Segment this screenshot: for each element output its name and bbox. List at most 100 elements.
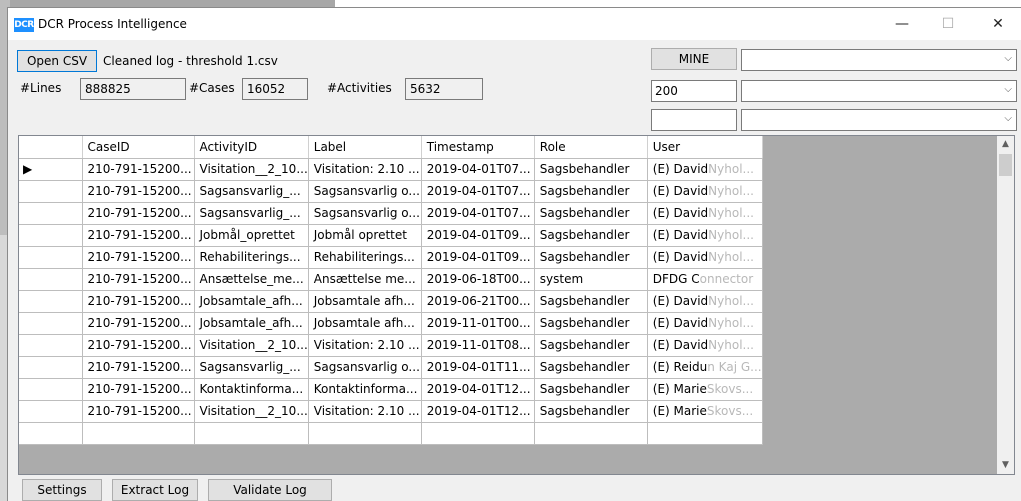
cell-caseid[interactable]: 210-791-15200...	[82, 290, 195, 313]
cell-role[interactable]: Sagsbehandler	[534, 334, 648, 357]
filter-dropdown-1[interactable]: ⌵	[741, 80, 1017, 102]
cell-timestamp[interactable]: 2019-04-01T07...	[421, 158, 535, 181]
open-csv-button[interactable]: Open CSV	[17, 50, 97, 72]
cell-label[interactable]: Jobsamtale afh...	[308, 312, 422, 335]
cell-activityid[interactable]: Jobsamtale_afh...	[194, 312, 309, 335]
row-selector-icon[interactable]: ▶	[19, 158, 83, 181]
cell-timestamp[interactable]: 2019-04-01T07...	[421, 180, 535, 203]
cell-activityid[interactable]: Visitation__2_10...	[194, 334, 309, 357]
cell-role[interactable]: Sagsbehandler	[534, 246, 648, 269]
column-header-user[interactable]: User	[647, 136, 763, 159]
cell-timestamp[interactable]: 2019-04-01T07...	[421, 202, 535, 225]
cell-label[interactable]: Visitation: 2.10 ...	[308, 158, 422, 181]
cell-user[interactable]: (E) DavidNyhol...	[647, 312, 763, 335]
cell-role[interactable]: Sagsbehandler	[534, 378, 648, 401]
cell-label[interactable]: Ansættelse me...	[308, 268, 422, 291]
cell-activityid[interactable]: Kontaktinforma...	[194, 378, 309, 401]
table-row[interactable]: 210-791-15200... Ansættelse_me... Ansættel…	[19, 268, 763, 291]
cell-role[interactable]: Sagsbehandler	[534, 312, 648, 335]
cell-role[interactable]: Sagsbehandler	[534, 180, 648, 203]
column-header-role[interactable]: Role	[534, 136, 648, 159]
cell-user[interactable]: (E) DavidNyhol...	[647, 224, 763, 247]
row-header[interactable]	[19, 290, 83, 313]
cell-user[interactable]: (E) DavidNyhol...	[647, 246, 763, 269]
cell-timestamp[interactable]: 2019-04-01T09...	[421, 246, 535, 269]
row-header[interactable]	[19, 268, 83, 291]
cell-role[interactable]: Sagsbehandler	[534, 400, 648, 423]
row-header[interactable]	[19, 334, 83, 357]
cell-timestamp[interactable]: 2019-04-01T11...	[421, 356, 535, 379]
cell-label[interactable]: Kontaktinforma...	[308, 378, 422, 401]
table-row[interactable]: 210-791-15200... Rehabiliterings... Rehabi…	[19, 246, 763, 269]
row-header[interactable]	[19, 356, 83, 379]
table-row[interactable]: 210-791-15200... Jobsamtale_afh... Jobsamt…	[19, 290, 763, 313]
cell-label[interactable]: Jobsamtale afh...	[308, 290, 422, 313]
table-row[interactable]: 210-791-15200... Kontaktinforma... Kontakt…	[19, 378, 763, 401]
cell-timestamp[interactable]: 2019-06-18T00...	[421, 268, 535, 291]
maximize-button[interactable]: ☐	[925, 8, 971, 40]
cell-timestamp[interactable]: 2019-04-01T09...	[421, 224, 535, 247]
cell-caseid[interactable]: 210-791-15200...	[82, 268, 195, 291]
close-button[interactable]: ✕	[975, 8, 1021, 40]
secondary-input[interactable]	[651, 109, 737, 131]
cell-timestamp[interactable]: 2019-04-01T12...	[421, 378, 535, 401]
cell-label[interactable]: Visitation: 2.10 ...	[308, 400, 422, 423]
cell-activityid[interactable]: Sagsansvarlig_...	[194, 180, 309, 203]
row-header[interactable]	[19, 378, 83, 401]
vertical-scrollbar[interactable]: ▲ ▼	[997, 136, 1014, 474]
row-header[interactable]	[19, 180, 83, 203]
cell-caseid[interactable]: 210-791-15200...	[82, 356, 195, 379]
cell-timestamp[interactable]: 2019-06-21T00...	[421, 290, 535, 313]
row-header[interactable]	[19, 202, 83, 225]
scroll-thumb[interactable]	[999, 154, 1012, 176]
cell-caseid[interactable]: 210-791-15200...	[82, 400, 195, 423]
cell-label[interactable]: Sagsansvarlig o...	[308, 202, 422, 225]
cell-activityid[interactable]: Visitation__2_10...	[194, 400, 309, 423]
table-row[interactable]: 210-791-15200... Visitation__2_10... Visit…	[19, 400, 763, 423]
threshold-input[interactable]: 200	[651, 80, 737, 102]
cell-caseid[interactable]: 210-791-15200...	[82, 224, 195, 247]
row-header[interactable]	[19, 246, 83, 269]
cell-caseid[interactable]: 210-791-15200...	[82, 158, 195, 181]
cell-user[interactable]: (E) Reidun Kaj G...	[647, 356, 763, 379]
cell-caseid[interactable]: 210-791-15200...	[82, 378, 195, 401]
row-header[interactable]	[19, 224, 83, 247]
cell-user[interactable]: (E) DavidNyhol...	[647, 180, 763, 203]
cell-user[interactable]: (E) MarieSkovs...	[647, 400, 763, 423]
cell-label[interactable]: Rehabiliterings...	[308, 246, 422, 269]
column-header-activityid[interactable]: ActivityID	[194, 136, 309, 159]
mine-button[interactable]: MINE	[651, 48, 737, 70]
cell-user[interactable]: (E) DavidNyhol...	[647, 202, 763, 225]
scroll-down-icon[interactable]: ▼	[997, 457, 1014, 474]
mine-options-dropdown[interactable]: ⌵	[741, 49, 1017, 71]
cell-caseid[interactable]: 210-791-15200...	[82, 180, 195, 203]
event-log-grid[interactable]: CaseID ActivityID Label Timestamp Role U…	[18, 135, 1015, 475]
column-header-label[interactable]: Label	[308, 136, 422, 159]
table-row[interactable]: ▶ 210-791-15200... Visitation__2_10... Visi…	[19, 158, 763, 181]
table-row[interactable]: 210-791-15200... Sagsansvarlig_... Sagsans…	[19, 356, 763, 379]
cell-activityid[interactable]: Ansættelse_me...	[194, 268, 309, 291]
cell-role[interactable]: Sagsbehandler	[534, 202, 648, 225]
cell-activityid[interactable]: Jobmål_oprettet	[194, 224, 309, 247]
cell-caseid[interactable]: 210-791-15200...	[82, 246, 195, 269]
cell-user[interactable]: (E) DavidNyhol...	[647, 290, 763, 313]
cell-user[interactable]: (E) MarieSkovs...	[647, 378, 763, 401]
cell-activityid[interactable]: Sagsansvarlig_...	[194, 202, 309, 225]
cell-timestamp[interactable]: 2019-04-01T12...	[421, 400, 535, 423]
cell-label[interactable]: Sagsansvarlig o...	[308, 180, 422, 203]
scroll-up-icon[interactable]: ▲	[997, 136, 1014, 153]
cell-activityid[interactable]: Rehabiliterings...	[194, 246, 309, 269]
minimize-button[interactable]: —	[879, 8, 925, 40]
cell-user[interactable]: (E) DavidNyhol...	[647, 334, 763, 357]
cell-user[interactable]: DFDG Connector	[647, 268, 763, 291]
settings-button[interactable]: Settings	[22, 479, 102, 501]
table-row[interactable]: 210-791-15200... Visitation__2_10... Visit…	[19, 334, 763, 357]
cell-role[interactable]: Sagsbehandler	[534, 224, 648, 247]
extract-log-button[interactable]: Extract Log	[112, 479, 198, 501]
table-row[interactable]: 210-791-15200... Sagsansvarlig_... Sagsans…	[19, 202, 763, 225]
cell-activityid[interactable]: Sagsansvarlig_...	[194, 356, 309, 379]
cell-activityid[interactable]: Jobsamtale_afh...	[194, 290, 309, 313]
cell-label[interactable]: Sagsansvarlig o...	[308, 356, 422, 379]
cell-caseid[interactable]: 210-791-15200...	[82, 312, 195, 335]
cell-timestamp[interactable]: 2019-11-01T08...	[421, 334, 535, 357]
